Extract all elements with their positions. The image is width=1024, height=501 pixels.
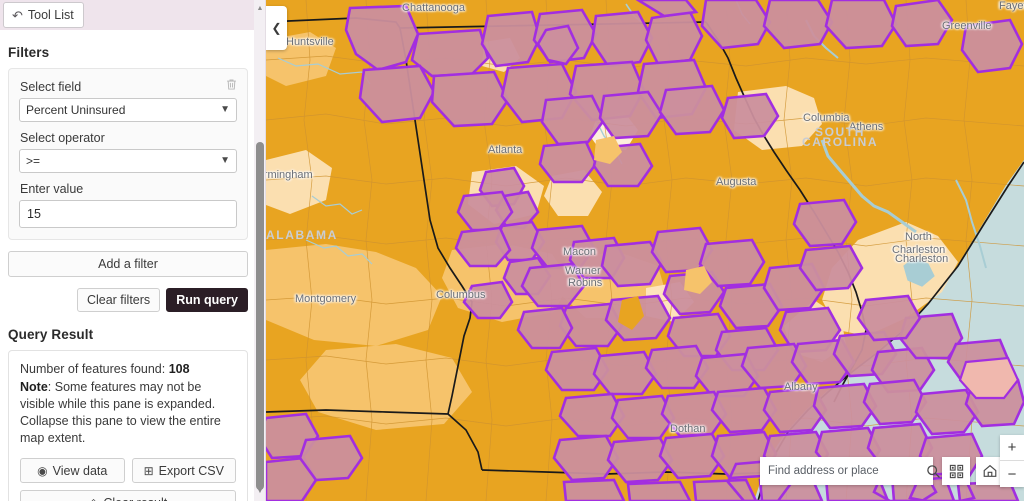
export-csv-button[interactable]: ⊞ Export CSV xyxy=(131,458,236,483)
triangle-up-icon[interactable]: ▲ xyxy=(254,2,266,14)
query-result-title: Query Result xyxy=(8,327,94,342)
panel-scroll-thumb[interactable] xyxy=(256,142,264,490)
features-found-count: 108 xyxy=(168,362,190,376)
map-graphics xyxy=(266,0,1024,501)
panel-body: Filters Select field Percent Uninsured ▼… xyxy=(0,30,256,501)
filter-value-text: 15 xyxy=(27,207,41,221)
features-found-line: Number of features found: 108 xyxy=(20,361,236,378)
basemap-grid-icon xyxy=(949,464,963,478)
export-table-icon: ⊞ xyxy=(143,463,154,478)
features-found-label: Number of features found: xyxy=(20,362,169,376)
search-icon[interactable] xyxy=(926,457,941,485)
select-operator-value: >= xyxy=(26,154,41,168)
result-note: Note: Some features may not be visible w… xyxy=(20,379,236,447)
map-search-box[interactable] xyxy=(760,457,940,485)
zoom-in-button[interactable]: + xyxy=(1000,435,1024,461)
application-root: ChattanoogaGreenvilleFayetteHuntsvilleAt… xyxy=(0,0,1024,501)
clear-filters-button[interactable]: Clear filters xyxy=(76,288,161,312)
chevron-down-icon: ▼ xyxy=(220,154,230,166)
note-text: : Some features may not be visible while… xyxy=(20,380,221,445)
trash-icon xyxy=(226,78,236,90)
tool-list-button[interactable]: ↶ Tool List xyxy=(3,2,84,28)
select-field-value: Percent Uninsured xyxy=(26,103,126,117)
select-operator-dropdown[interactable]: >= ▼ xyxy=(19,149,237,173)
zoom-controls[interactable]: + − xyxy=(1000,435,1024,487)
filter-card: Select field Percent Uninsured ▼ Select … xyxy=(8,68,248,240)
panel-scrollbar[interactable]: ▲ ▼ xyxy=(254,0,266,501)
triangle-down-icon[interactable]: ▼ xyxy=(254,485,266,497)
collapse-panel-button[interactable]: ❮ xyxy=(266,6,287,50)
home-icon xyxy=(983,464,997,477)
select-field-label: Select field xyxy=(20,80,82,94)
run-query-button[interactable]: Run query xyxy=(166,288,248,312)
result-button-row: ◉ View data ⊞ Export CSV xyxy=(20,458,236,483)
filters-title: Filters xyxy=(8,45,50,60)
eye-target-icon: ◉ xyxy=(37,463,48,478)
select-field-dropdown[interactable]: Percent Uninsured ▼ xyxy=(19,98,237,122)
filter-action-row: Clear filters Run query xyxy=(8,288,248,312)
clear-result-label: Clear result xyxy=(103,496,167,501)
delete-filter-button[interactable] xyxy=(221,74,241,94)
query-result-card: Number of features found: 108 Note: Some… xyxy=(8,350,248,501)
tool-panel: ↶ Tool List Filters Select field Percent… xyxy=(0,0,256,501)
add-filter-button[interactable]: Add a filter xyxy=(8,251,248,277)
search-input[interactable] xyxy=(760,465,926,477)
export-csv-label: Export CSV xyxy=(158,463,224,478)
panel-header-bar: ↶ Tool List xyxy=(0,0,256,30)
clear-result-button[interactable]: ◇ Clear result xyxy=(20,490,236,501)
chevron-left-icon: ❮ xyxy=(271,21,282,35)
undo-arrow-icon: ↶ xyxy=(12,7,23,23)
basemap-gallery-button[interactable] xyxy=(942,457,970,485)
view-data-label: View data xyxy=(52,463,108,478)
tool-list-label: Tool List xyxy=(27,8,74,22)
chevron-down-icon: ▼ xyxy=(220,103,230,115)
note-label: Note xyxy=(20,380,48,394)
enter-value-label: Enter value xyxy=(20,182,84,196)
filter-value-input[interactable]: 15 xyxy=(19,200,237,228)
zoom-out-button[interactable]: − xyxy=(1000,461,1024,487)
select-operator-label: Select operator xyxy=(20,131,105,145)
map-canvas[interactable]: ChattanoogaGreenvilleFayetteHuntsvilleAt… xyxy=(266,0,1024,501)
eraser-icon: ◇ xyxy=(89,495,99,501)
view-data-button[interactable]: ◉ View data xyxy=(20,458,125,483)
